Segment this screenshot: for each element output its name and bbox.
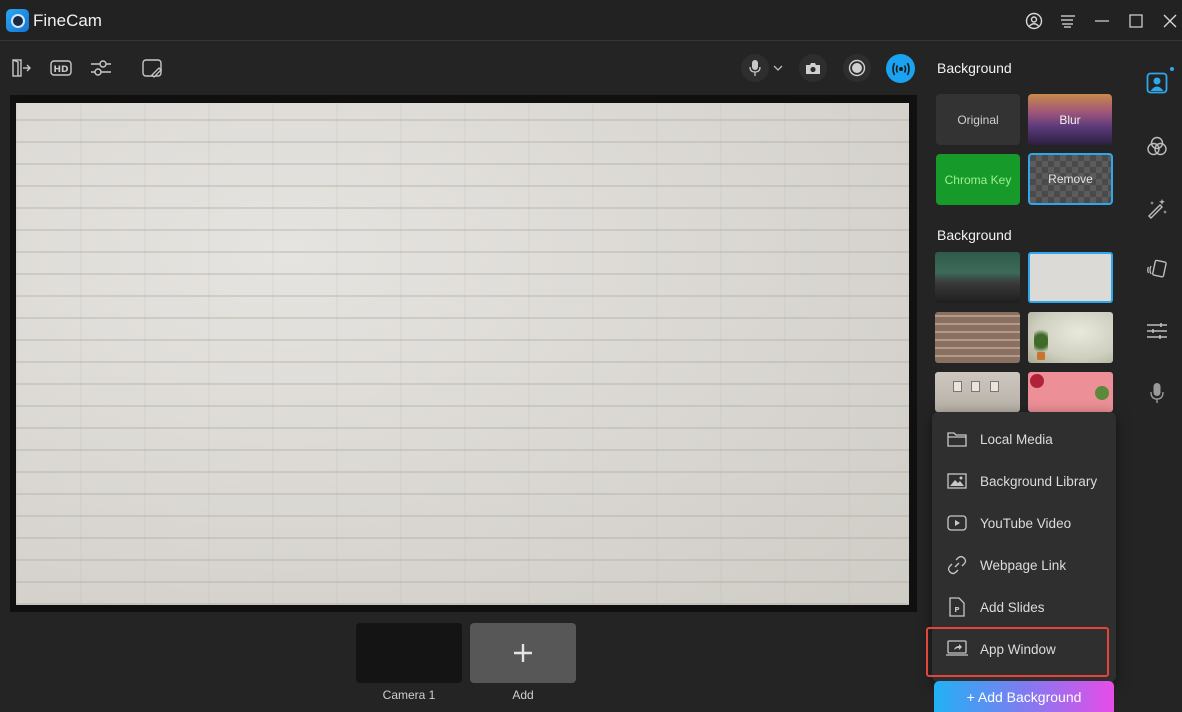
add-source-button[interactable]	[470, 623, 576, 683]
mode-chroma-key-label: Chroma Key	[944, 172, 1012, 187]
stickers-cards-icon[interactable]	[1145, 257, 1169, 281]
background-library-title: Background	[937, 227, 1012, 243]
filters-icon[interactable]	[1145, 134, 1169, 158]
finecam-logo-icon	[6, 9, 29, 32]
background-mode-title: Background	[937, 60, 1012, 76]
exit-icon[interactable]	[7, 54, 35, 82]
effects-wand-icon[interactable]	[1145, 196, 1169, 220]
menu-item-add-slides-label: Add Slides	[980, 599, 1045, 615]
whiteboard-icon[interactable]	[138, 54, 166, 82]
camera-preview-white-brick-wall	[16, 103, 909, 605]
menu-item-youtube-video-label: YouTube Video	[980, 515, 1072, 531]
source-camera-1[interactable]	[356, 623, 462, 683]
close-icon[interactable]	[1157, 8, 1182, 34]
background-person-icon[interactable]	[1145, 71, 1169, 95]
background-plant-corner[interactable]	[1028, 312, 1113, 363]
menu-item-add-slides[interactable]: P Add Slides	[932, 587, 1116, 627]
chevron-down-icon[interactable]	[767, 54, 789, 82]
video-play-icon	[946, 512, 968, 534]
microphone-icon	[749, 60, 761, 76]
minimize-icon[interactable]	[1089, 8, 1115, 34]
background-gallery-wall[interactable]	[935, 372, 1020, 412]
menu-item-local-media[interactable]: Local Media	[932, 419, 1116, 459]
hd-icon[interactable]: HD	[47, 54, 75, 82]
finecam-window: FineCam HD Camera 1 Add Background Origi…	[0, 0, 1182, 712]
source-camera-1-label: Camera 1	[382, 688, 436, 702]
svg-text:P: P	[954, 606, 959, 614]
menu-item-youtube-video[interactable]: YouTube Video	[932, 503, 1116, 543]
title-bar: FineCam	[0, 0, 1182, 41]
plus-icon	[514, 644, 532, 662]
app-window-highlight-box	[926, 627, 1109, 677]
live-broadcast-icon[interactable]	[886, 54, 915, 83]
mode-original-label: Original	[957, 112, 999, 127]
maximize-icon[interactable]	[1123, 8, 1149, 34]
slides-file-icon: P	[946, 596, 968, 618]
menu-item-local-media-label: Local Media	[980, 431, 1053, 447]
menu-item-webpage-link[interactable]: Webpage Link	[932, 545, 1116, 585]
background-pink-flowers[interactable]	[1028, 372, 1113, 412]
mode-blur-label: Blur	[1059, 112, 1081, 127]
adjust-icon[interactable]	[87, 54, 115, 82]
mode-remove-label: Remove	[1048, 172, 1093, 186]
background-office-with-plant[interactable]	[935, 252, 1020, 303]
add-background-button[interactable]: + Add Background	[934, 681, 1114, 712]
app-title: FineCam	[33, 11, 102, 30]
folder-icon	[946, 428, 968, 450]
record-icon[interactable]	[843, 54, 871, 82]
add-source-label: Add	[512, 688, 534, 702]
adjust-sliders-icon[interactable]	[1145, 319, 1169, 343]
account-icon[interactable]	[1021, 8, 1047, 34]
image-icon	[946, 470, 968, 492]
background-red-brick-wall[interactable]	[935, 312, 1020, 363]
svg-text:HD: HD	[53, 65, 68, 75]
mode-original[interactable]: Original	[936, 94, 1020, 145]
menu-icon[interactable]	[1055, 8, 1081, 34]
background-white-brick-wall[interactable]	[1028, 252, 1113, 303]
audio-mic-icon[interactable]	[1145, 381, 1169, 405]
menu-item-background-library[interactable]: Background Library	[932, 461, 1116, 501]
notification-dot	[1170, 67, 1174, 71]
menu-item-webpage-link-label: Webpage Link	[980, 557, 1067, 573]
mode-chroma-key[interactable]: Chroma Key	[936, 154, 1020, 205]
microphone-button[interactable]	[741, 54, 769, 82]
camera-snapshot-icon[interactable]	[799, 54, 827, 82]
menu-item-background-library-label: Background Library	[980, 473, 1098, 489]
mode-blur[interactable]: Blur	[1028, 94, 1112, 145]
mode-remove[interactable]: Remove	[1028, 153, 1113, 205]
link-icon	[946, 554, 968, 576]
